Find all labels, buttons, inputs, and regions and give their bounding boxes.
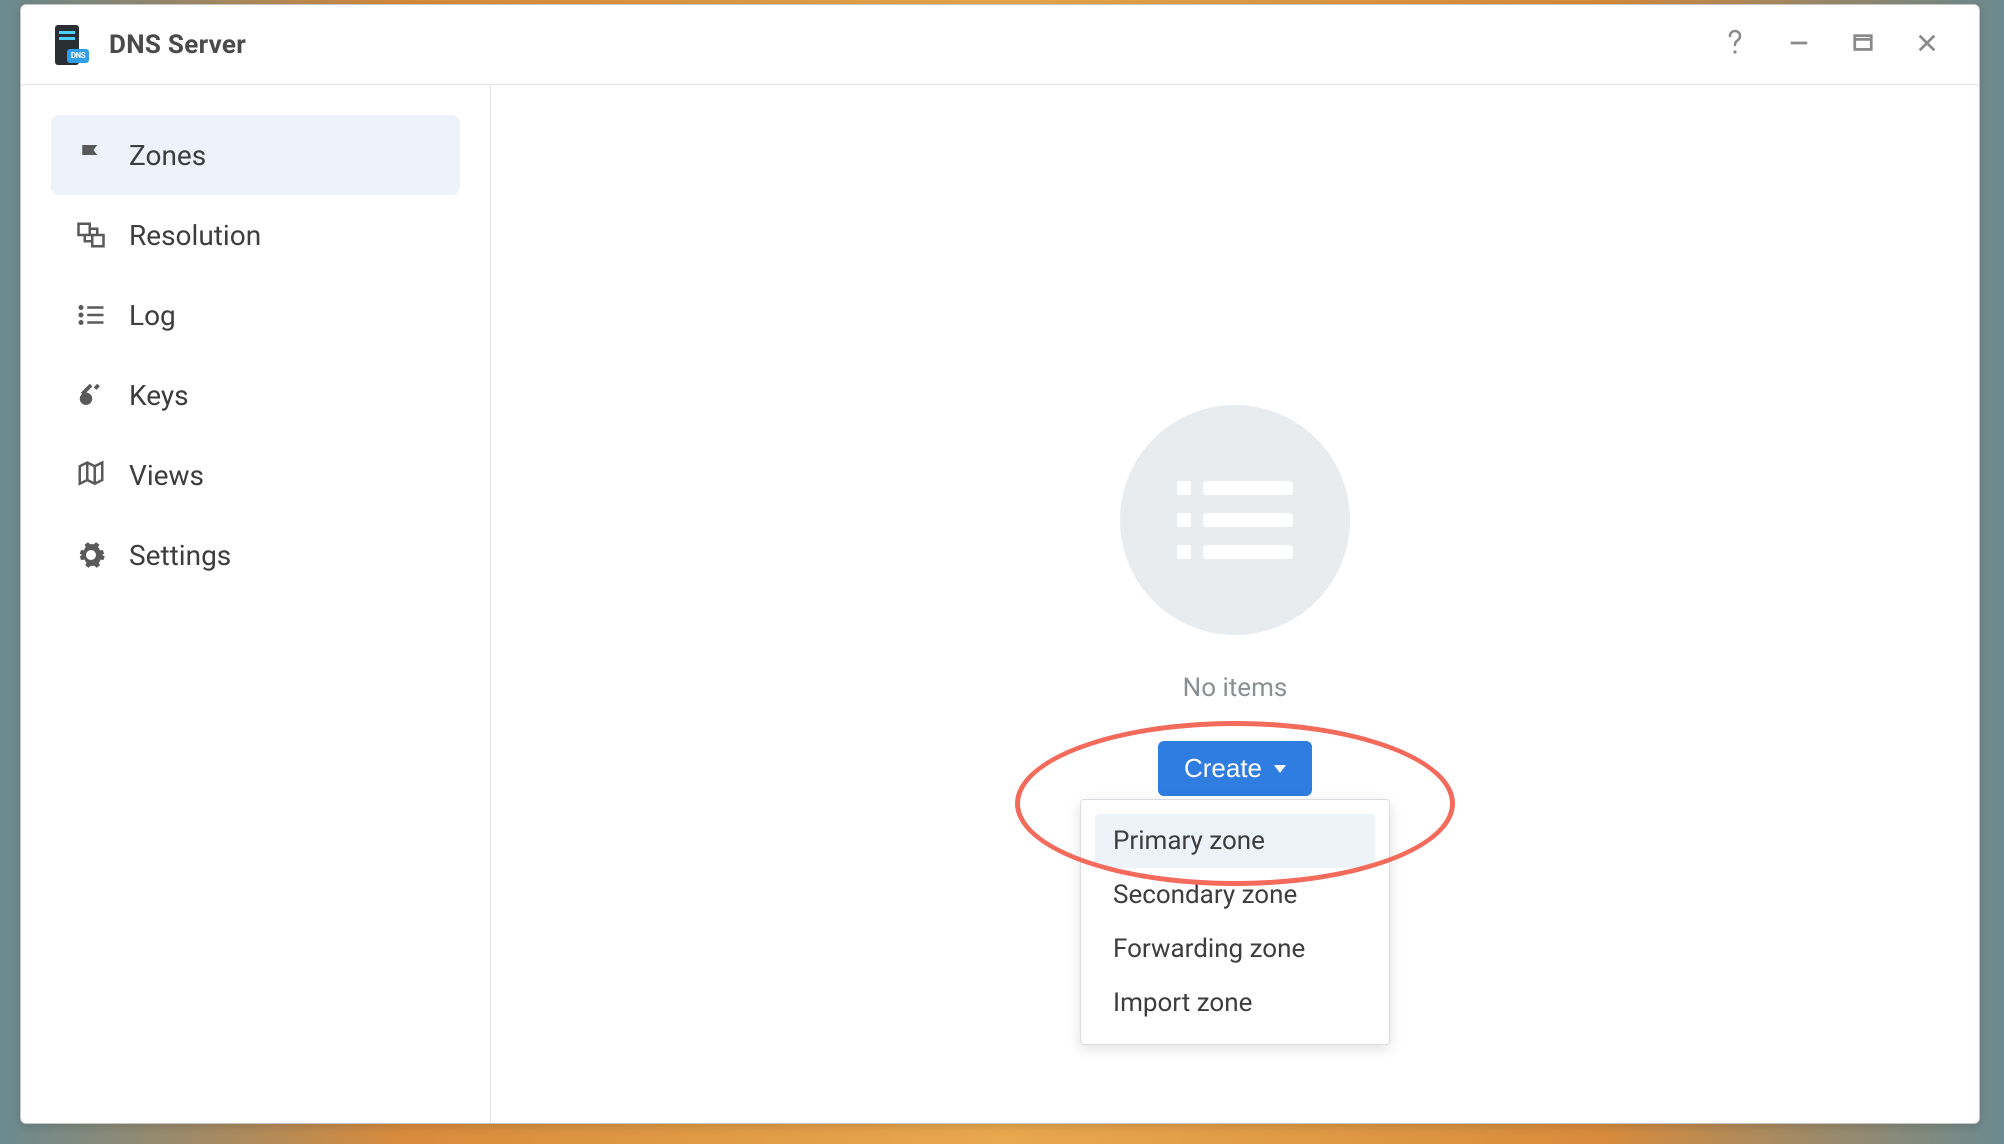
sidebar-item-settings[interactable]: Settings [51,515,460,595]
log-icon [71,295,111,335]
minimize-icon [1788,32,1810,58]
help-button[interactable] [1703,13,1767,77]
gear-icon [71,535,111,575]
sidebar-item-label: Views [129,459,204,492]
sidebar-item-views[interactable]: Views [51,435,460,515]
window-body: Zones Resolution [21,85,1979,1123]
empty-text: No items [1183,673,1288,703]
key-icon [71,375,111,415]
sidebar-item-zones[interactable]: Zones [51,115,460,195]
menu-item-forwarding-zone[interactable]: Forwarding zone [1095,922,1375,976]
menu-item-import-zone[interactable]: Import zone [1095,976,1375,1030]
window-title: DNS Server [109,30,246,60]
titlebar: DNS Server [21,5,1979,85]
close-button[interactable] [1895,13,1959,77]
minimize-button[interactable] [1767,13,1831,77]
app-icon [49,25,89,65]
create-button-label: Create [1184,753,1262,784]
sidebar-item-label: Resolution [129,219,261,252]
sidebar-item-label: Keys [129,379,189,412]
resolution-icon [71,215,111,255]
sidebar: Zones Resolution [21,85,491,1123]
sidebar-item-label: Settings [129,539,231,572]
sidebar-item-keys[interactable]: Keys [51,355,460,435]
close-icon [1916,32,1938,58]
menu-item-primary-zone[interactable]: Primary zone [1095,814,1375,868]
menu-item-secondary-zone[interactable]: Secondary zone [1095,868,1375,922]
sidebar-item-log[interactable]: Log [51,275,460,355]
chevron-down-icon [1274,765,1286,773]
maximize-button[interactable] [1831,13,1895,77]
empty-list-icon [1120,405,1350,635]
help-icon [1723,27,1747,63]
create-button[interactable]: Create [1158,741,1312,796]
flag-icon [71,135,111,175]
maximize-icon [1852,32,1874,58]
sidebar-item-label: Zones [129,139,206,172]
app-window: DNS Server [20,4,1980,1124]
main-panel: No items Create Primary zone Secondary z… [491,85,1979,1123]
create-dropdown: Primary zone Secondary zone Forwarding z… [1080,799,1390,1045]
views-icon [71,455,111,495]
empty-state: No items Create [1120,405,1350,796]
sidebar-item-resolution[interactable]: Resolution [51,195,460,275]
sidebar-item-label: Log [129,299,176,332]
